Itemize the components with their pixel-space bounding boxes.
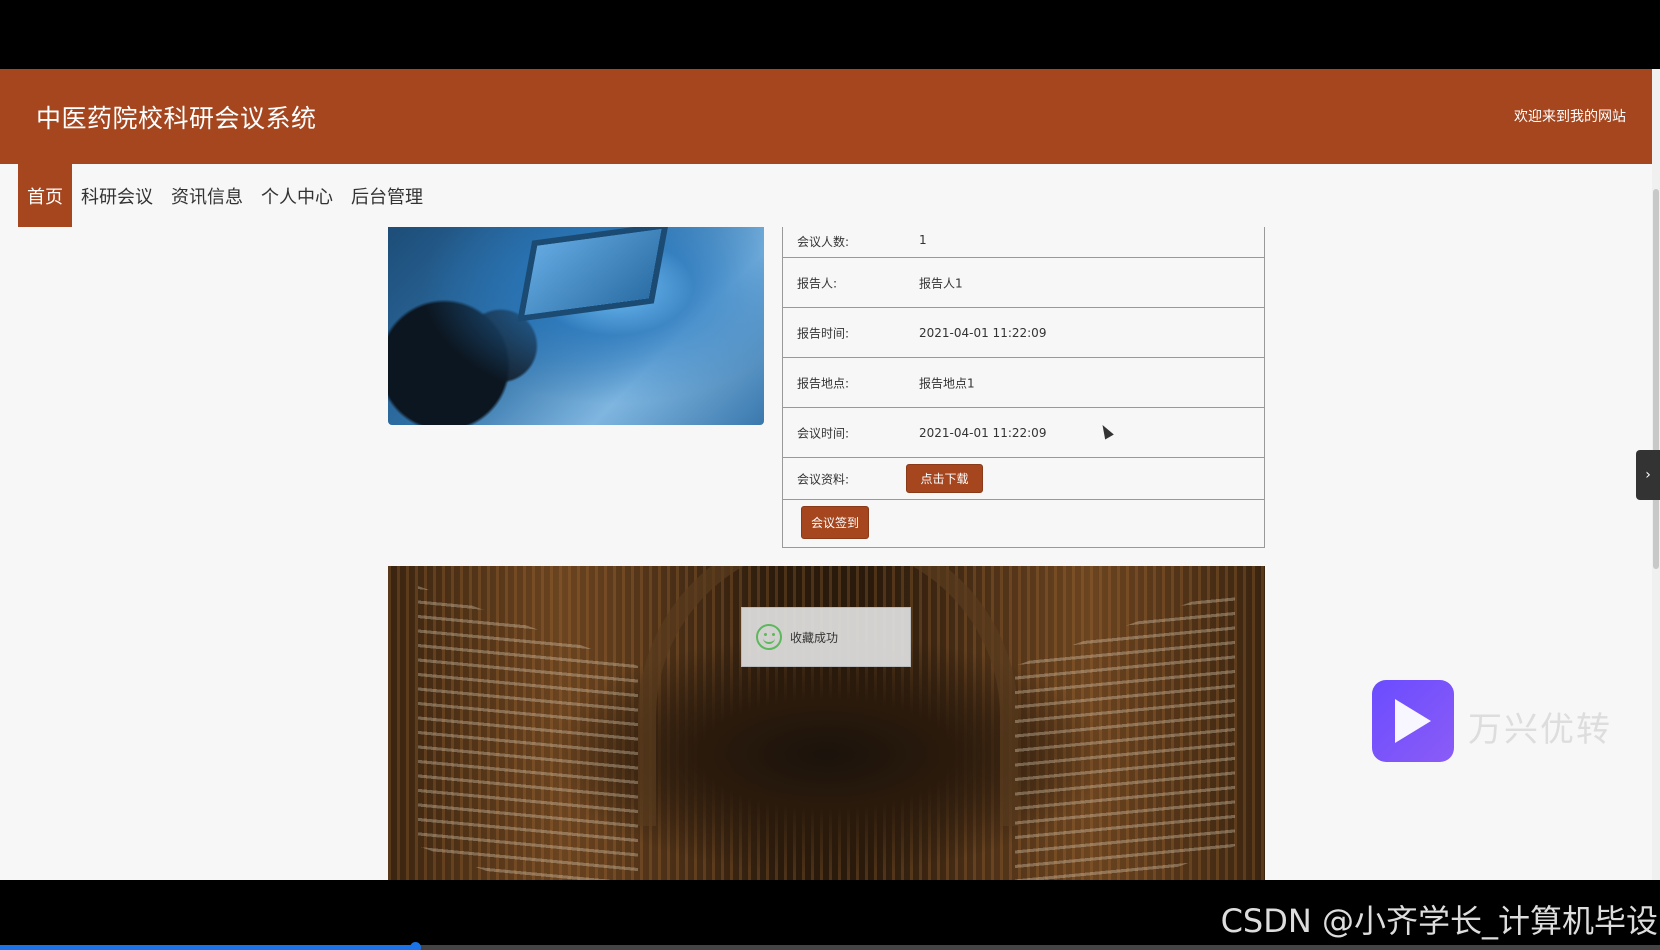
video-progress-fill	[0, 945, 415, 950]
download-button[interactable]: 点击下载	[906, 464, 983, 493]
detail-label: 会议人数:	[797, 235, 850, 249]
nav-item-home[interactable]: 首页	[18, 164, 72, 227]
detail-label: 报告人:	[797, 276, 838, 290]
detail-row-attendees: 会议人数: 1	[783, 227, 1264, 258]
circuit-chip-graphic	[524, 228, 662, 316]
nav-item-admin[interactable]: 后台管理	[342, 164, 432, 227]
toast-text: 收藏成功	[790, 630, 839, 645]
detail-value: 2021-04-01 11:22:09	[919, 425, 1047, 440]
meeting-details: 会议人数: 1 报告人: 报告人1 报告时间: 2021-04-01 11:22…	[782, 227, 1265, 548]
screen: { "header": { "title": "中医药院校科研会议系统", "w…	[0, 0, 1660, 950]
toast-message: 收藏成功	[741, 607, 911, 667]
detail-row-materials: 会议资料: 点击下载	[783, 458, 1264, 500]
play-logo-icon	[1372, 680, 1454, 762]
meeting-sign-in-button[interactable]: 会议签到	[801, 506, 869, 539]
nav-item-news[interactable]: 资讯信息	[162, 164, 252, 227]
nav-item-meetings[interactable]: 科研会议	[72, 164, 162, 227]
detail-label: 会议资料:	[797, 472, 850, 486]
site-title: 中医药院校科研会议系统	[36, 104, 317, 133]
shelf-right-graphic	[1015, 585, 1235, 880]
detail-label: 报告地点:	[797, 376, 850, 390]
nav-item-personal-center[interactable]: 个人中心	[252, 164, 342, 227]
main-nav: 首页 科研会议 资讯信息 个人中心 后台管理	[18, 164, 432, 227]
detail-value: 报告人1	[919, 276, 963, 290]
shelf-left-graphic	[418, 585, 638, 880]
side-expand-tab[interactable]: ›	[1636, 450, 1660, 500]
scrollbar-thumb[interactable]	[1653, 189, 1659, 569]
site-header: 中医药院校科研会议系统 欢迎来到我的网站	[0, 69, 1652, 164]
detail-row-reporter: 报告人: 报告人1	[783, 258, 1264, 308]
video-progress-bar[interactable]	[0, 942, 1660, 950]
watermark-text: 万兴优转	[1468, 710, 1612, 750]
sign-in-row: 会议签到	[783, 500, 1264, 546]
smile-icon	[756, 624, 782, 650]
play-triangle	[1395, 699, 1431, 743]
detail-value: 1	[919, 233, 927, 247]
detail-value: 报告地点1	[919, 376, 975, 390]
detail-row-report-location: 报告地点: 报告地点1	[783, 358, 1264, 408]
video-progress-handle[interactable]	[410, 942, 421, 950]
welcome-text: 欢迎来到我的网站	[1514, 109, 1626, 125]
detail-label: 会议时间:	[797, 426, 850, 440]
detail-row-report-time: 报告时间: 2021-04-01 11:22:09	[783, 308, 1264, 358]
detail-row-meeting-time: 会议时间: 2021-04-01 11:22:09	[783, 408, 1264, 458]
credit-overlay-text: CSDN @小齐学长_计算机毕设	[1220, 902, 1658, 940]
chevron-right-icon: ›	[1645, 467, 1651, 483]
meeting-image	[388, 227, 764, 425]
detail-label: 报告时间:	[797, 326, 850, 340]
arch-graphic	[638, 566, 1018, 826]
detail-value: 2021-04-01 11:22:09	[919, 325, 1047, 340]
